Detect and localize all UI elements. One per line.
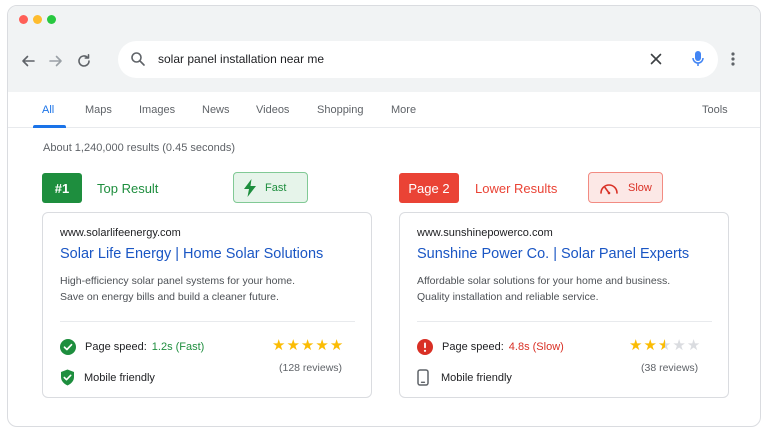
card-divider [60,321,355,322]
result-description: High-efficiency solar panel systems for … [60,273,295,305]
result-title-link[interactable]: Sunshine Power Co. | Solar Panel Experts [417,246,689,262]
result-description: Affordable solar solutions for your home… [417,273,670,305]
star-icon: ★ [329,337,345,354]
close-window-dot[interactable] [19,15,28,24]
phone-icon [417,369,429,386]
tab-maps[interactable]: Maps [85,104,112,116]
page-speed-label: Page speed: [85,341,147,353]
star-icon: ★ [286,337,301,354]
star-icon: ★ [300,337,316,354]
mobile-friendly-row: Mobile friendly [60,369,155,386]
tab-tools[interactable]: Tools [702,104,728,116]
mobile-friendly-row: Mobile friendly [417,369,512,386]
slow-speed-pill: Slow [588,172,663,203]
forward-arrow-icon[interactable] [45,50,67,72]
shield-check-icon [61,369,74,386]
tab-shopping[interactable]: Shopping [317,104,364,116]
tab-all[interactable]: All [42,104,54,116]
rank-badge-top: #1 [42,173,82,203]
description-line: Affordable solar solutions for your home… [417,275,671,287]
description-line: High-efficiency solar panel systems for … [60,275,295,287]
review-count[interactable]: (38 reviews) [641,362,698,374]
mobile-friendly-label: Mobile friendly [84,371,155,384]
tab-more[interactable]: More [391,104,416,116]
page-speed-value: 1.2s (Fast) [151,341,205,353]
microphone-icon[interactable] [692,50,704,73]
tab-videos[interactable]: Videos [256,104,289,116]
slow-label: Slow [628,181,652,194]
maximize-window-dot[interactable] [47,15,56,24]
star-icon: ★ [315,337,330,354]
card-divider [417,321,712,322]
fast-label: Fast [265,181,287,194]
half-star-icon: ★ [657,337,673,354]
search-icon [130,51,146,72]
reload-icon[interactable] [73,50,95,72]
active-tab-indicator [33,125,66,128]
star-icon: ★ [643,337,658,354]
result-stats: About 1,240,000 results (0.45 seconds) [43,142,236,154]
tab-news[interactable]: News [202,104,230,116]
clear-search-icon[interactable] [649,52,663,71]
star-empty-icon: ★ [672,337,687,354]
search-bar[interactable]: solar panel installation near me [118,41,718,78]
star-rating: ★★★★★ [272,336,344,354]
page-speed-value: 4.8s (Slow) [508,341,564,353]
star-icon: ★ [272,337,287,354]
rank-badge-page2: Page 2 [399,173,459,203]
back-arrow-icon[interactable] [17,50,39,72]
result-card-top: www.solarlifeenergy.com Solar Life Energ… [42,212,372,398]
alert-circle-icon [417,339,433,355]
top-result-label: Top Result [97,181,159,196]
star-rating: ★★★★★ [629,336,701,354]
more-options-icon[interactable] [730,51,736,72]
browser-window: solar panel installation near me All Map… [7,5,761,427]
search-tabs: All Maps Images News Videos Shopping Mor… [8,92,760,128]
star-icon: ★ [629,337,644,354]
speedometer-icon [600,183,618,194]
result-url[interactable]: www.sunshinepowerco.com [417,227,553,239]
description-line: Save on energy bills and build a cleaner… [60,291,279,303]
description-line: Quality installation and reliable servic… [417,291,599,303]
search-input[interactable]: solar panel installation near me [158,52,324,66]
tab-images[interactable]: Images [139,104,175,116]
browser-chrome: solar panel installation near me [8,6,760,92]
lower-results-label: Lower Results [475,181,558,196]
mobile-friendly-label: Mobile friendly [441,371,512,384]
page-speed-row: Page speed: 1.2s (Fast) [60,339,204,355]
review-count[interactable]: (128 reviews) [279,362,342,374]
result-title-link[interactable]: Solar Life Energy | Home Solar Solutions [60,246,323,262]
fast-speed-pill: Fast [233,172,308,203]
lightning-bolt-icon [244,178,256,197]
page-speed-row: Page speed: 4.8s (Slow) [417,339,564,355]
page-speed-label: Page speed: [442,341,504,353]
check-circle-icon [60,339,76,355]
star-empty-icon: ★ [686,337,702,354]
result-url[interactable]: www.solarlifeenergy.com [60,227,181,239]
minimize-window-dot[interactable] [33,15,42,24]
result-card-lower: www.sunshinepowerco.com Sunshine Power C… [399,212,729,398]
